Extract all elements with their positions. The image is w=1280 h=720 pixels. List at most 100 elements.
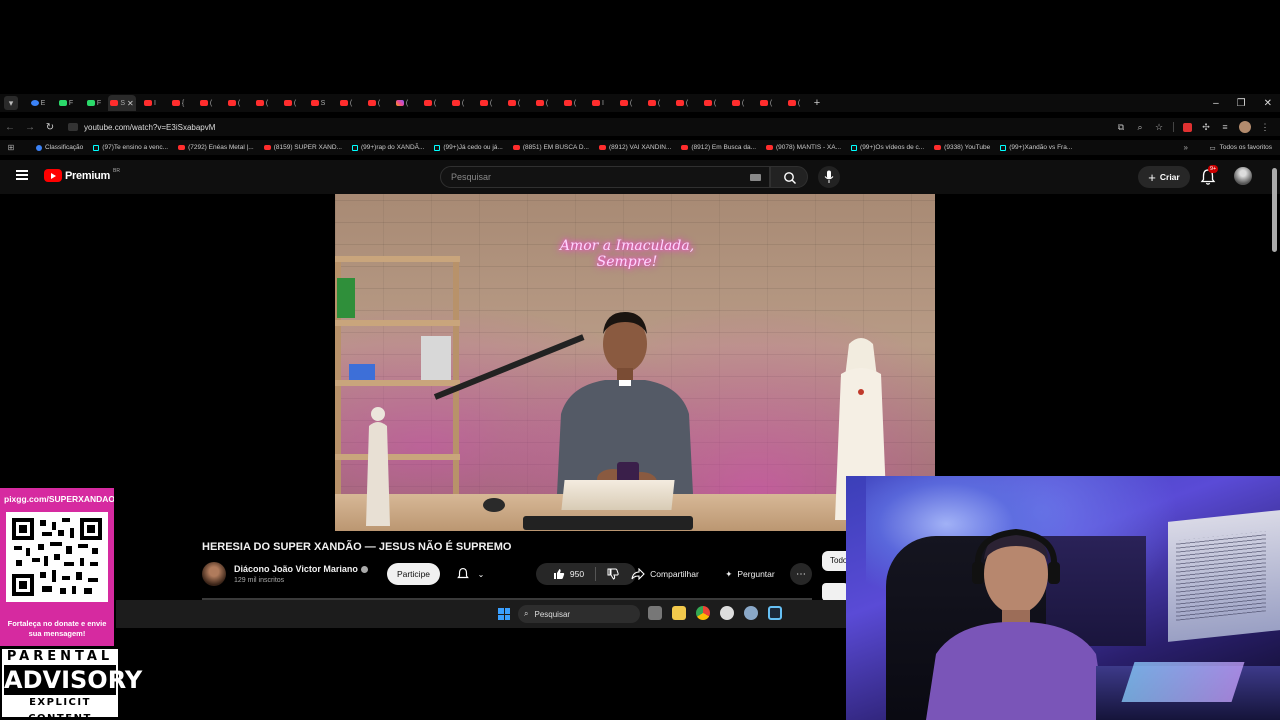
browser-tab[interactable]: ( (220, 95, 248, 111)
all-bookmarks[interactable]: ▭ Todos os favoritos (1209, 140, 1272, 155)
browser-tab[interactable]: ( (724, 95, 752, 111)
steam-icon[interactable] (768, 606, 782, 620)
install-app-icon[interactable]: ⧉ (1116, 122, 1126, 132)
windows-start-icon[interactable] (498, 608, 510, 620)
bookmark-item[interactable]: (99+)Já cedo ou já... (434, 144, 503, 151)
forward-icon[interactable]: → (20, 122, 40, 133)
tab-favicon-icon (535, 100, 544, 106)
browser-tab[interactable]: ( (276, 95, 304, 111)
reading-list-icon[interactable]: ≡ (1220, 122, 1230, 132)
apps-grid-icon[interactable]: ⊞ (0, 143, 22, 152)
menu-icon[interactable] (16, 170, 28, 180)
youtube-logo[interactable]: Premium BR (44, 168, 120, 182)
browser-tab[interactable]: ( (388, 95, 416, 111)
tab-label: F (68, 99, 74, 107)
bookmark-item[interactable]: (8851) EM BUSCA D... (512, 144, 589, 151)
subscription-bell-button[interactable]: ⌄ (448, 563, 492, 585)
video-player[interactable]: Amor a Imaculada, Sempre! (335, 194, 935, 531)
create-button[interactable]: + Criar (1138, 166, 1190, 188)
more-bookmarks-icon[interactable]: » (1184, 140, 1188, 155)
bookmark-item[interactable]: (97)Te ensino a venc... (93, 144, 168, 151)
app-icon[interactable] (720, 606, 734, 620)
bookmark-item[interactable]: (9338) YouTube (934, 144, 990, 151)
browser-tab[interactable]: ( (192, 95, 220, 111)
tab-search-dropdown[interactable]: ▾ (4, 96, 18, 110)
address-bar[interactable]: youtube.com/watch?v=E3iSxabapvM (68, 123, 215, 132)
browser-tab[interactable]: ( (444, 95, 472, 111)
browser-tab[interactable]: E (24, 95, 52, 111)
minimize-button[interactable]: – (1213, 98, 1219, 109)
thumbs-down-icon[interactable] (607, 568, 619, 580)
bookmark-star-icon[interactable]: ☆ (1154, 122, 1164, 132)
site-info-icon[interactable] (68, 123, 78, 131)
keyboard-icon[interactable] (750, 174, 761, 181)
tab-label: ( (209, 99, 213, 107)
like-button[interactable]: 950 (553, 568, 584, 580)
browser-tab[interactable]: ( (416, 95, 444, 111)
browser-tab[interactable]: ( (752, 95, 780, 111)
ask-button[interactable]: ✦ Perguntar (714, 563, 786, 585)
bookmark-item[interactable]: (7292) Enéas Metal |... (178, 144, 254, 151)
browser-tab[interactable]: F (52, 95, 80, 111)
page-scrollbar[interactable] (1272, 168, 1277, 252)
join-button[interactable]: Participe (387, 563, 440, 585)
close-window-button[interactable]: ✕ (1264, 98, 1272, 109)
browser-tab[interactable]: I (584, 95, 612, 111)
close-tab-icon[interactable]: ✕ (127, 99, 134, 108)
tab-label: ( (489, 99, 493, 107)
browser-tab[interactable]: { (164, 95, 192, 111)
settings-icon[interactable] (744, 606, 758, 620)
related-thumbnail[interactable] (822, 583, 848, 601)
tab-favicon-icon (592, 100, 601, 106)
bookmark-item[interactable]: (99+)Os vídeos de c... (851, 144, 924, 151)
share-button[interactable]: Compartilhar (622, 563, 708, 585)
browser-tab[interactable]: S (304, 95, 332, 111)
bookmark-item[interactable]: (99+)rap do XANDÃ... (351, 144, 424, 151)
browser-tab[interactable]: ( (248, 95, 276, 111)
voice-search-button[interactable] (818, 166, 840, 188)
new-tab-button[interactable]: + (808, 97, 826, 109)
zoom-icon[interactable]: ⌕ (1135, 122, 1145, 132)
bookmark-item[interactable]: (9078) MANTIS - XA... (766, 144, 841, 151)
advisory-line2: ADVISORY (4, 665, 143, 695)
browser-tab[interactable]: ( (556, 95, 584, 111)
maximize-button[interactable]: ❐ (1237, 98, 1246, 109)
bookmark-item[interactable]: (99+)Xandão vs Fra... (1000, 144, 1072, 151)
chrome-icon[interactable] (696, 606, 710, 620)
back-icon[interactable]: ← (0, 122, 20, 133)
account-avatar[interactable] (1234, 167, 1252, 185)
browser-tab[interactable]: ( (612, 95, 640, 111)
browser-tab[interactable]: F (80, 95, 108, 111)
browser-menu-icon[interactable]: ⋮ (1260, 122, 1270, 132)
browser-tab[interactable]: ( (528, 95, 556, 111)
extensions-puzzle-icon[interactable]: ✣ (1201, 122, 1211, 132)
channel-name-row[interactable]: Diácono João Victor Mariano (234, 564, 368, 574)
reload-icon[interactable]: ↻ (40, 122, 60, 133)
browser-tab[interactable]: ( (332, 95, 360, 111)
browser-tab[interactable]: ( (360, 95, 388, 111)
channel-avatar[interactable] (202, 562, 226, 586)
browser-tab[interactable]: ( (780, 95, 808, 111)
search-input[interactable]: Pesquisar (440, 166, 770, 188)
more-actions-icon[interactable]: ⋯ (790, 563, 812, 585)
bookmark-item[interactable]: Classificação (36, 144, 83, 151)
browser-tab[interactable]: ( (472, 95, 500, 111)
bookmark-item[interactable]: (8912) Em Busca da... (681, 144, 756, 151)
browser-tab[interactable]: ( (640, 95, 668, 111)
browser-tab[interactable]: ( (696, 95, 724, 111)
bookmark-item[interactable]: (8159) SUPER XAND... (263, 144, 342, 151)
browser-tab[interactable]: I (136, 95, 164, 111)
browser-tab[interactable]: S ✕ (108, 95, 136, 111)
profile-avatar[interactable] (1239, 121, 1251, 133)
browser-tab[interactable]: ( (668, 95, 696, 111)
extension-red-icon[interactable] (1183, 122, 1192, 132)
search-button[interactable] (770, 166, 808, 188)
browser-tab[interactable]: ( (500, 95, 528, 111)
task-view-icon[interactable] (648, 606, 662, 620)
channel-name[interactable]: Diácono João Victor Mariano (234, 564, 358, 574)
tab-label: ( (629, 99, 633, 107)
bookmark-item[interactable]: (8912) VAI XANDIN... (598, 144, 671, 151)
taskbar-search[interactable]: ⌕ Pesquisar (518, 605, 640, 623)
file-explorer-icon[interactable] (672, 606, 686, 620)
tab-favicon-icon (675, 100, 684, 106)
